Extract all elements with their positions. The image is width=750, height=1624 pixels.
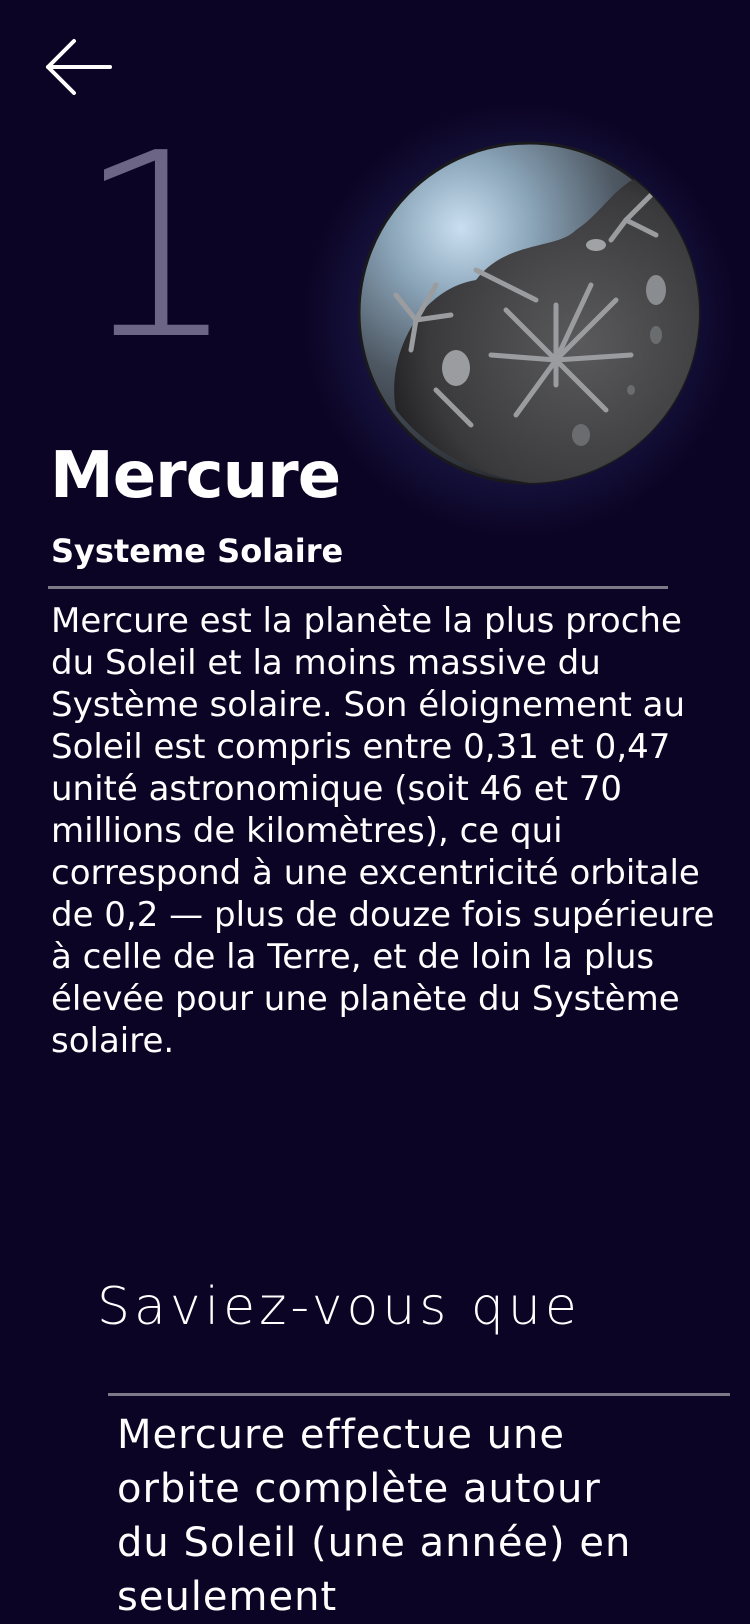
- planet-description: Mercure est la planète la plus proche du…: [51, 601, 715, 1061]
- fact-divider: [108, 1393, 730, 1396]
- planet-name: Mercure: [50, 439, 341, 513]
- fact-text: Mercure effectue une orbite complète aut…: [117, 1412, 632, 1620]
- mercury-planet-icon: [356, 140, 702, 486]
- back-button[interactable]: [44, 36, 114, 100]
- planet-index: 1: [76, 99, 238, 396]
- planet-category: Systeme Solaire: [51, 532, 344, 570]
- section-divider: [48, 586, 668, 589]
- arrow-left-icon: [46, 39, 112, 95]
- fact-heading: Saviez-vous que: [97, 1277, 581, 1337]
